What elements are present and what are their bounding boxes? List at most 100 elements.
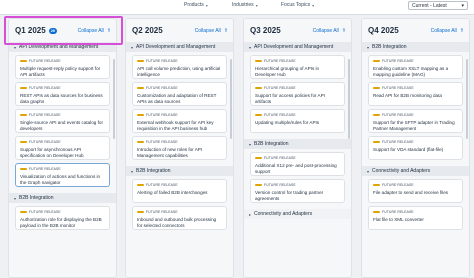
roadmap-card[interactable]: FUTURE RELEASE Introduction of new roles…	[132, 136, 227, 160]
roadmap-card[interactable]: FUTURE RELEASE Flat file to XML converte…	[368, 206, 463, 230]
status-bar	[255, 157, 262, 159]
status-bar	[255, 114, 262, 116]
collapse-up-icon: ⇑	[341, 27, 346, 34]
column-title: Q3 2025	[250, 26, 281, 35]
chevron-down-icon: ▾	[205, 2, 208, 8]
release-tag: FUTURE RELEASE	[137, 113, 222, 117]
card-title: Single-source API and events catalog for…	[20, 120, 103, 131]
release-tag: FUTURE RELEASE	[373, 183, 458, 187]
filter-products[interactable]: Products ▾	[184, 2, 208, 8]
collapse-all-button[interactable]: Collapse All ⇑	[313, 28, 346, 34]
section-label: Connectivity and Adapters	[372, 168, 431, 174]
roadmap-card[interactable]: FUTURE RELEASE Updating multiple/rules f…	[250, 109, 345, 133]
status-bar	[373, 114, 380, 116]
collapse-all-button[interactable]: Collapse All ⇑	[195, 28, 228, 34]
roadmap-card[interactable]: FUTURE RELEASE Support for VDA standard …	[368, 136, 463, 160]
column-title: Q4 2025	[368, 26, 399, 35]
release-tag: FUTURE RELEASE	[255, 113, 340, 117]
roadmap-card[interactable]: FUTURE RELEASE Visualization of actions …	[15, 163, 110, 187]
card-title: REST APIs as data sources for business d…	[20, 93, 103, 104]
card-title: Visualization of actions and functions i…	[20, 174, 101, 185]
chevron-down-icon: ▾	[255, 2, 258, 8]
scrollbar[interactable]	[230, 59, 232, 139]
roadmap-card[interactable]: FUTURE RELEASE Customization and adaptat…	[132, 82, 227, 106]
roadmap-card[interactable]: FUTURE RELEASE API call volume predictio…	[132, 55, 227, 79]
card-title: Introduction of new roles for API Manage…	[137, 147, 203, 158]
release-tag-label: FUTURE RELEASE	[264, 156, 296, 160]
scrollbar[interactable]	[348, 59, 350, 139]
quarter-label: Q3 2025	[250, 26, 281, 35]
card-title: Support for the SFTP adapter in Trading …	[373, 120, 455, 131]
release-tag-label: FUTURE RELEASE	[264, 59, 296, 63]
roadmap-card[interactable]: FUTURE RELEASE Support for the SFTP adap…	[368, 109, 463, 133]
chevron-down-icon: ▾	[312, 2, 315, 8]
roadmap-card[interactable]: FUTURE RELEASE Inbound and outbound bulk…	[132, 206, 227, 230]
section-header[interactable]: ▾ B2B Integration	[362, 42, 469, 52]
status-bar	[137, 114, 144, 116]
roadmap-card[interactable]: FUTURE RELEASE File adapter to send and …	[368, 179, 463, 203]
section-header[interactable]: ▾ API Development and Management	[126, 42, 233, 52]
card-title: Support for VDA standard (flat-file)	[373, 147, 444, 152]
roadmap-card[interactable]: FUTURE RELEASE Version control for tradi…	[250, 179, 345, 203]
filter-label: Industries	[232, 2, 254, 8]
timeframe-select[interactable]: Current - Latest ▾	[408, 1, 468, 10]
section-label: B2B Integration	[372, 44, 407, 50]
section-header[interactable]: ▾ B2B Integration	[126, 166, 233, 176]
collapse-all-label: Collapse All	[430, 27, 457, 34]
roadmap-card[interactable]: FUTURE RELEASE Multiple request-reply po…	[15, 55, 110, 79]
roadmap-card[interactable]: FUTURE RELEASE Authorization role for di…	[15, 206, 110, 230]
section-label: B2B Integration	[254, 141, 289, 147]
section-header[interactable]: ▾ API Development and Management	[244, 42, 351, 52]
release-tag: FUTURE RELEASE	[255, 156, 340, 160]
release-tag-label: FUTURE RELEASE	[29, 59, 61, 63]
card-title: Alerting of failed B2B interchanges	[137, 190, 208, 195]
release-tag-label: FUTURE RELEASE	[382, 183, 414, 187]
collapse-up-icon: ⇑	[223, 27, 228, 34]
chevron-down-icon: ▾	[14, 44, 17, 50]
roadmap-card[interactable]: FUTURE RELEASE Enabling custom XSLT mapp…	[368, 55, 463, 79]
status-bar	[255, 87, 262, 89]
roadmap-card[interactable]: FUTURE RELEASE Hierarchical grouping of …	[250, 55, 345, 79]
quarter-column: Q3 2025 Collapse All ⇑ ▾ API Development…	[243, 18, 352, 278]
filter-focus-topics[interactable]: Focus Topics ▾	[281, 2, 314, 8]
roadmap-card[interactable]: FUTURE RELEASE Single-source API and eve…	[15, 109, 110, 133]
roadmap-card[interactable]: FUTURE RELEASE REST APIs as data sources…	[15, 82, 110, 106]
collapse-all-button[interactable]: Collapse All ⇑	[431, 28, 464, 34]
status-bar	[373, 211, 380, 213]
release-tag-label: FUTURE RELEASE	[29, 140, 61, 144]
roadmap-card[interactable]: FUTURE RELEASE Support for access polici…	[250, 82, 345, 106]
release-tag-label: FUTURE RELEASE	[264, 113, 296, 117]
release-tag-label: FUTURE RELEASE	[29, 210, 61, 214]
quarter-column: Q4 2025 Collapse All ⇑ ▾ B2B Integration…	[361, 18, 470, 278]
section-header[interactable]: ▾ Connectivity and Adapters	[362, 166, 469, 176]
card-title: Updating multiple/rules for APIs	[255, 120, 320, 125]
chevron-down-icon: ▾	[461, 3, 464, 9]
release-tag: FUTURE RELEASE	[137, 140, 222, 144]
collapse-all-label: Collapse All	[312, 27, 339, 34]
scrollbar[interactable]	[466, 59, 468, 139]
filter-industries[interactable]: Industries ▾	[232, 2, 258, 8]
scrollbar[interactable]	[113, 59, 115, 139]
release-tag-label: FUTURE RELEASE	[146, 113, 178, 117]
roadmap-card[interactable]: FUTURE RELEASE Read API for B2B monitori…	[368, 82, 463, 106]
status-bar	[20, 168, 27, 170]
roadmap-card[interactable]: FUTURE RELEASE External webhook support …	[132, 109, 227, 133]
card-title: Enabling custom XSLT mapping as a mappin…	[373, 66, 449, 77]
release-tag: FUTURE RELEASE	[137, 59, 222, 63]
roadmap-card[interactable]: FUTURE RELEASE Additional X12 pre- and p…	[250, 152, 345, 176]
section-header[interactable]: ▾ B2B Integration	[9, 193, 116, 203]
section-header[interactable]: ▾ B2B Integration	[244, 139, 351, 149]
card-title: Multiple request-reply policy support fo…	[20, 66, 101, 77]
release-tag-label: FUTURE RELEASE	[146, 86, 178, 90]
section-header[interactable]: ▸ Connectivity and Adapters	[244, 209, 351, 219]
roadmap-card[interactable]: FUTURE RELEASE Alerting of failed B2B in…	[132, 179, 227, 203]
roadmap-card[interactable]: FUTURE RELEASE Support for asynchronous …	[15, 136, 110, 160]
column-header: Q3 2025 Collapse All ⇑	[244, 19, 351, 42]
status-bar	[137, 141, 144, 143]
release-tag: FUTURE RELEASE	[255, 183, 340, 187]
quarter-column: Q2 2025 Collapse All ⇑ ▾ API Development…	[125, 18, 234, 278]
release-tag: FUTURE RELEASE	[20, 113, 105, 117]
chevron-down-icon: ▾	[367, 168, 370, 174]
release-tag-label: FUTURE RELEASE	[382, 140, 414, 144]
release-tag-label: FUTURE RELEASE	[29, 113, 61, 117]
